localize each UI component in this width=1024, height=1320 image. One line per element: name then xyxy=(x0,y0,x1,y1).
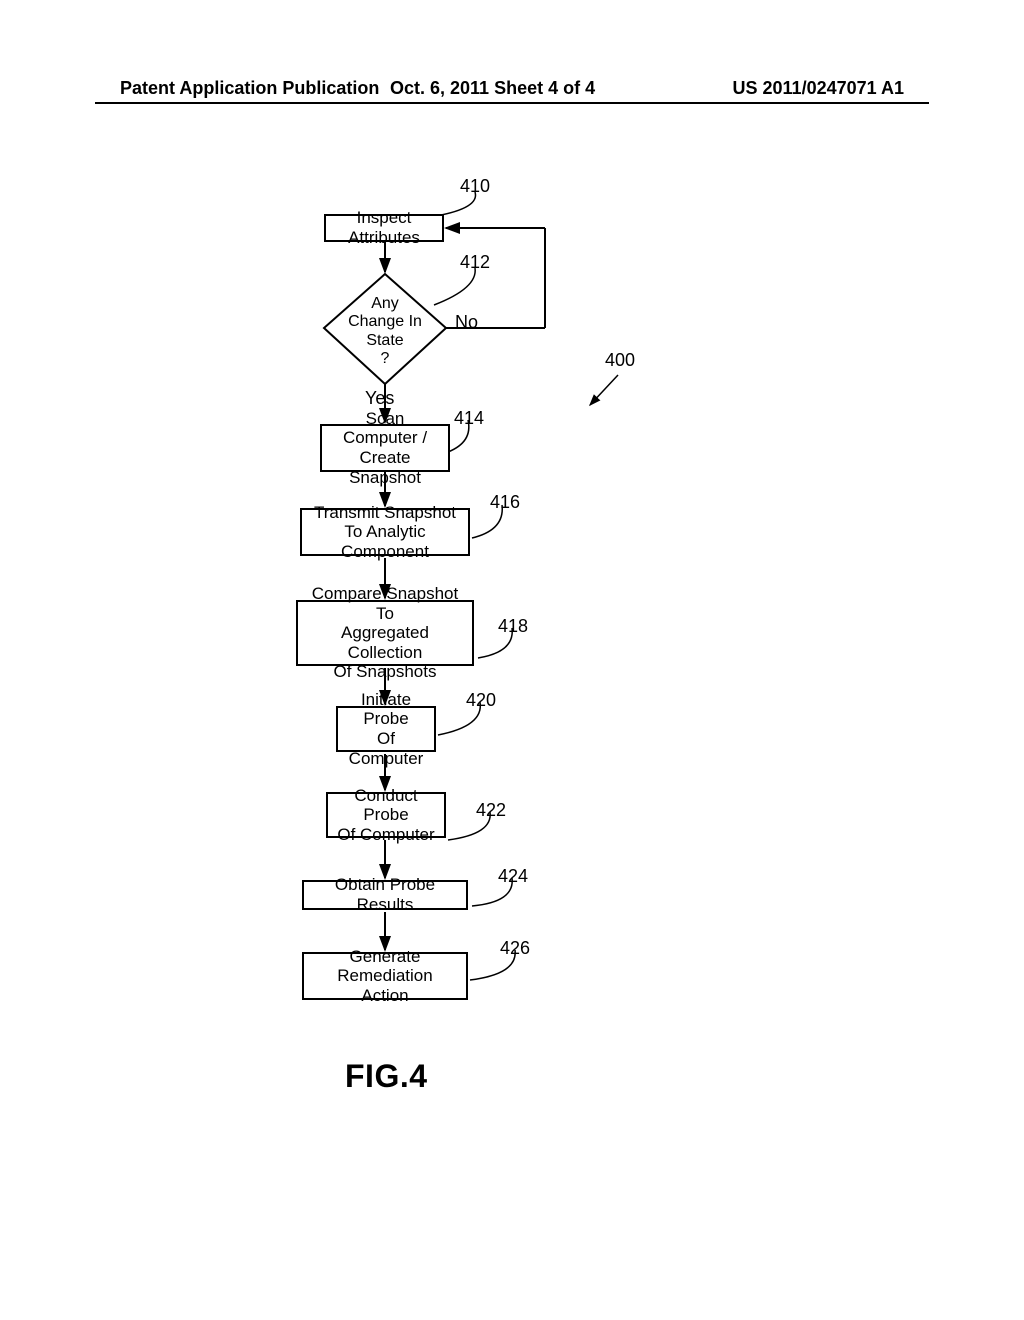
figure-label: FIG.4 xyxy=(345,1058,428,1095)
header-rule xyxy=(95,102,929,104)
step-generate-remediation: Generate Remediation Action xyxy=(302,952,468,1000)
step-text: Conduct Probe Of Computer xyxy=(334,786,438,845)
header-mid: Oct. 6, 2011 Sheet 4 of 4 xyxy=(390,78,595,99)
ref-426: 426 xyxy=(500,938,530,959)
ref-418: 418 xyxy=(498,616,528,637)
step-text: Generate Remediation Action xyxy=(310,947,460,1006)
header-right: US 2011/0247071 A1 xyxy=(733,78,904,99)
ref-416: 416 xyxy=(490,492,520,513)
ref-400: 400 xyxy=(605,350,635,371)
ref-412: 412 xyxy=(460,252,490,273)
ref-422: 422 xyxy=(476,800,506,821)
step-text: Transmit Snapshot To Analytic Component xyxy=(308,503,462,562)
step-text: Scan Computer / Create Snapshot xyxy=(328,409,442,487)
step-obtain-results: Obtain Probe Results xyxy=(302,880,468,910)
step-conduct-probe: Conduct Probe Of Computer xyxy=(326,792,446,838)
decision-change-in-state: Any Change In State ? xyxy=(345,295,425,369)
step-scan-snapshot: Scan Computer / Create Snapshot xyxy=(320,424,450,472)
flowchart-lines xyxy=(0,160,1024,1220)
step-text: Inspect Attributes xyxy=(332,208,436,247)
step-text: Initiate Probe Of Computer xyxy=(344,690,428,768)
ref-410: 410 xyxy=(460,176,490,197)
decision-no: No xyxy=(455,312,478,333)
ref-414: 414 xyxy=(454,408,484,429)
step-text: Obtain Probe Results xyxy=(310,875,460,914)
flowchart-canvas: Inspect Attributes 410 Any Change In Sta… xyxy=(0,160,1024,1220)
step-text: Compare Snapshot To Aggregated Collectio… xyxy=(304,584,466,682)
ref-420: 420 xyxy=(466,690,496,711)
header-left: Patent Application Publication xyxy=(120,78,379,99)
step-transmit-snapshot: Transmit Snapshot To Analytic Component xyxy=(300,508,470,556)
step-compare-snapshot: Compare Snapshot To Aggregated Collectio… xyxy=(296,600,474,666)
step-initiate-probe: Initiate Probe Of Computer xyxy=(336,706,436,752)
step-inspect-attributes: Inspect Attributes xyxy=(324,214,444,242)
ref-424: 424 xyxy=(498,866,528,887)
decision-yes: Yes xyxy=(365,388,394,409)
